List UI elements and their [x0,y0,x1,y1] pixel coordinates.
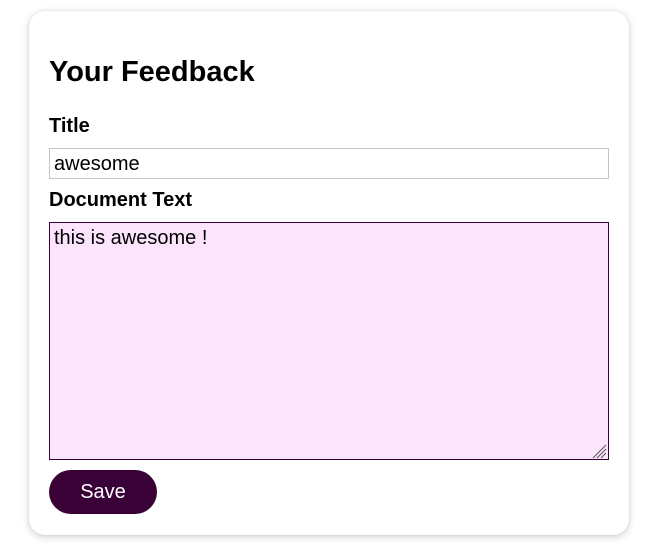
page-title: Your Feedback [49,56,255,88]
resize-grip-icon[interactable] [589,443,607,459]
title-input[interactable] [49,148,609,179]
feedback-card: Your Feedback Title Document Text this i… [29,11,629,535]
document-text-label: Document Text [49,189,192,211]
document-text-area[interactable]: this is awesome ! [49,222,609,460]
save-button[interactable]: Save [49,470,157,514]
title-label: Title [49,115,90,137]
